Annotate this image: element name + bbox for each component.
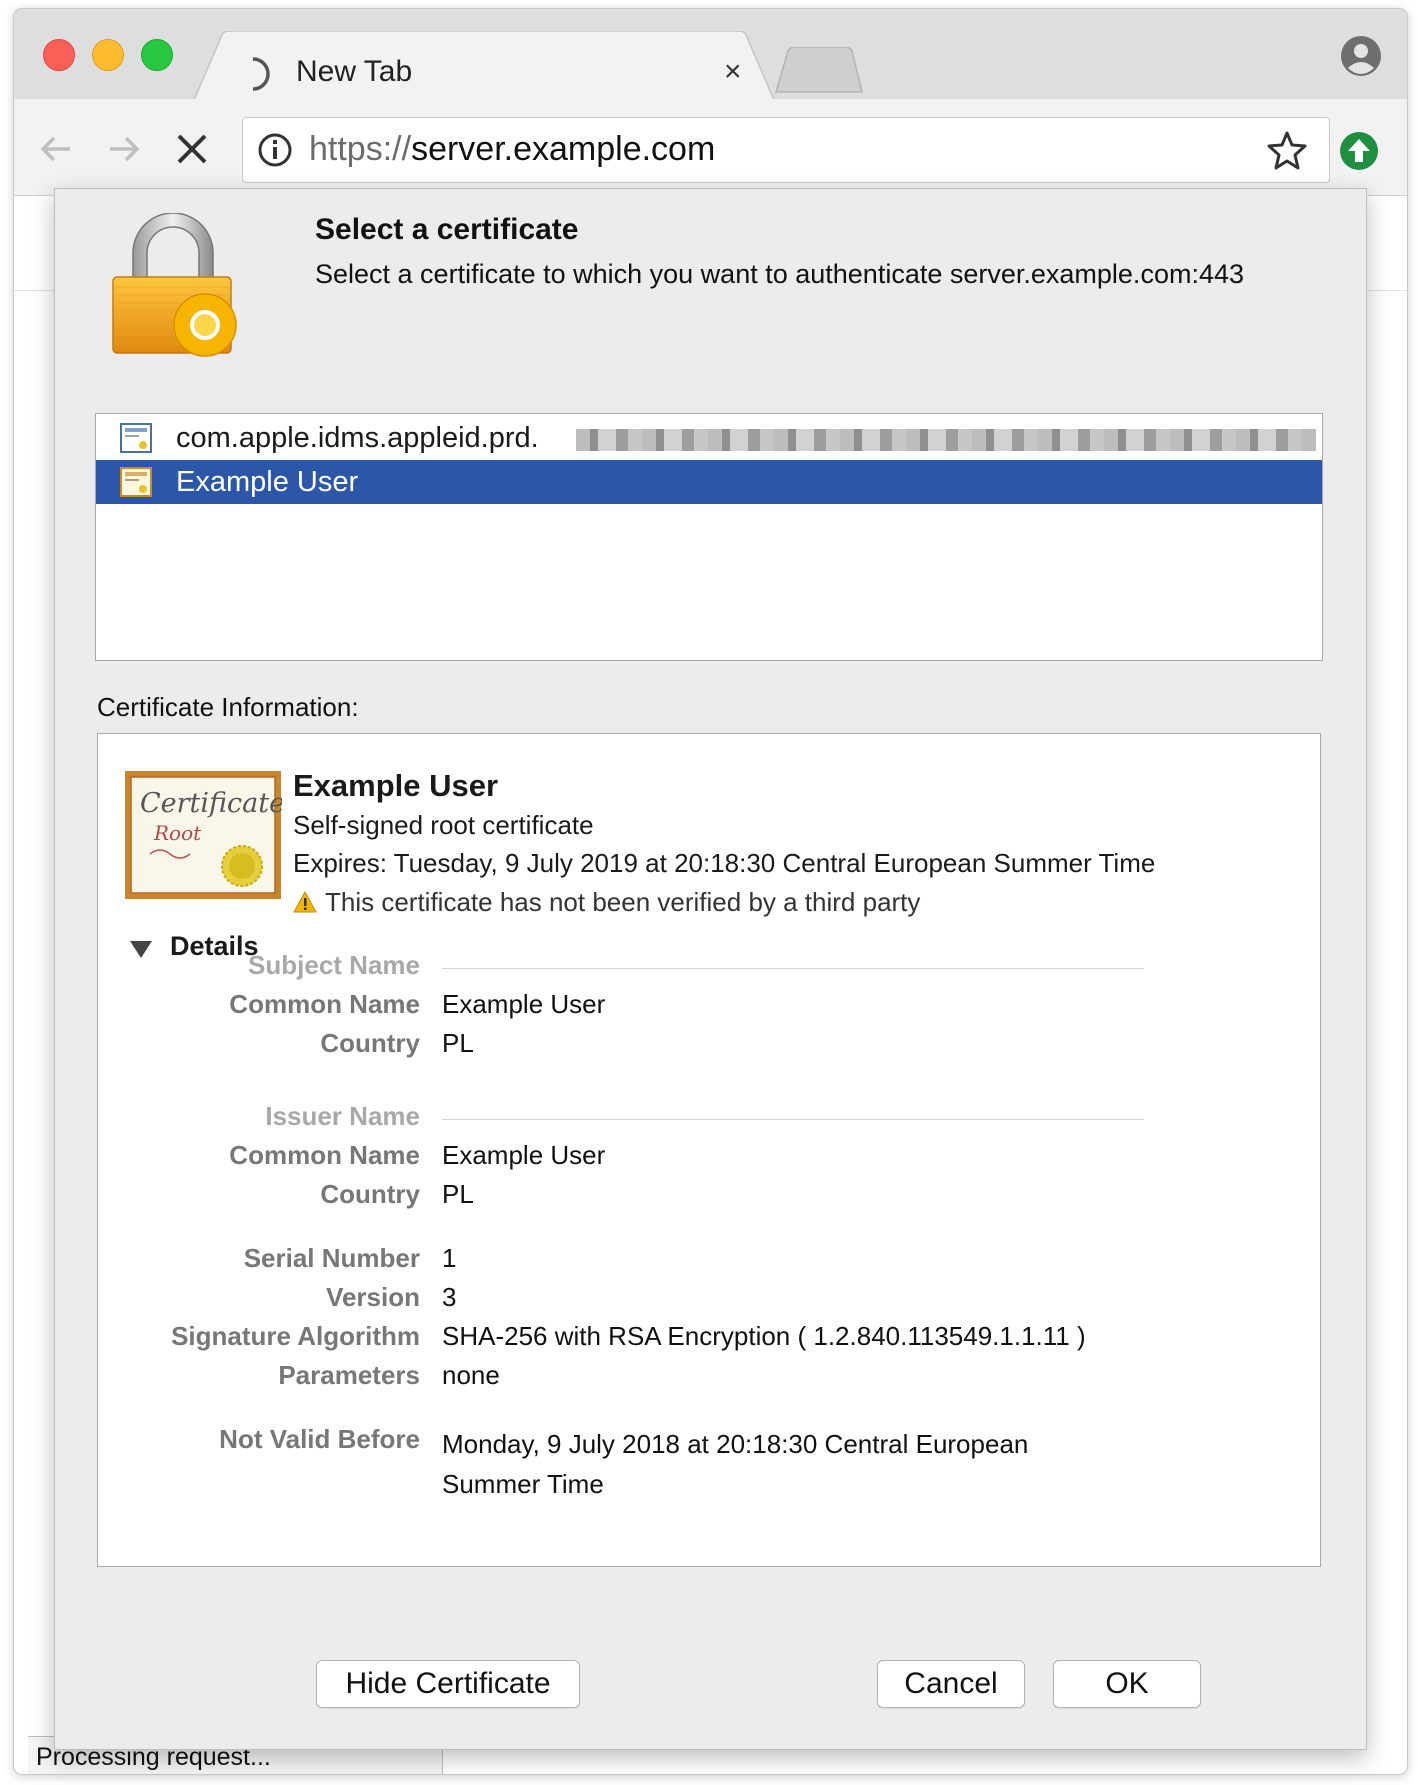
tab-bar: New Tab × <box>14 9 1407 101</box>
detail-value: PL <box>442 1179 474 1209</box>
certificate-information-label: Certificate Information: <box>97 692 359 722</box>
profile-icon[interactable] <box>1340 35 1382 77</box>
detail-row: Country PL <box>98 1179 1298 1219</box>
url-host: server.example.com <box>411 130 716 168</box>
certificate-information-panel[interactable]: Certificate Root Example User Self-signe… <box>97 733 1321 1567</box>
detail-value: 1 <box>442 1243 457 1273</box>
certificate-expiry: Expires: Tuesday, 9 July 2019 at 20:18:3… <box>293 848 1156 878</box>
detail-key: Country <box>320 1028 420 1058</box>
hide-certificate-button[interactable]: Hide Certificate <box>316 1660 580 1708</box>
back-arrow-icon[interactable] <box>36 129 76 169</box>
warning-text: This certificate has not been verified b… <box>325 887 921 917</box>
detail-row: Country PL <box>98 1028 1298 1068</box>
detail-row: Serial Number 1 <box>98 1243 1298 1283</box>
redacted-text <box>576 429 1316 451</box>
detail-key: Common Name <box>229 989 420 1019</box>
minimize-window-button[interactable] <box>92 39 124 71</box>
cancel-button[interactable]: Cancel <box>877 1660 1025 1708</box>
detail-key: Signature Algorithm <box>171 1321 420 1351</box>
loading-spinner-icon <box>252 57 270 91</box>
detail-value: Monday, 9 July 2018 at 20:18:30 Central … <box>442 1429 1029 1499</box>
certificate-label: com.apple.idms.appleid.prd. <box>176 422 539 454</box>
subject-name-section: Subject Name <box>98 950 1298 990</box>
issuer-name-section: Issuer Name <box>98 1101 1298 1141</box>
svg-text:Root: Root <box>153 821 202 845</box>
certificate-type: Self-signed root certificate <box>293 810 594 840</box>
close-icon[interactable]: × <box>724 55 742 89</box>
detail-value: PL <box>442 1028 474 1058</box>
detail-value: 3 <box>442 1282 457 1312</box>
certificate-icon: Certificate Root <box>125 771 282 899</box>
certificate-icon <box>120 467 152 497</box>
certificate-warning: This certificate has not been verified b… <box>293 887 920 918</box>
list-item[interactable]: com.apple.idms.appleid.prd. <box>96 416 1322 460</box>
warning-icon <box>293 891 317 913</box>
new-tab-button[interactable] <box>774 47 864 93</box>
lock-icon <box>112 213 237 357</box>
detail-row: Signature Algorithm SHA-256 with RSA Enc… <box>98 1321 1298 1361</box>
ok-button[interactable]: OK <box>1053 1660 1201 1708</box>
section-divider <box>442 1119 1144 1120</box>
detail-key: Version <box>326 1282 420 1312</box>
toolbar: https://server.example.com <box>14 99 1407 196</box>
address-bar[interactable]: https://server.example.com <box>242 117 1330 183</box>
extension-update-icon[interactable] <box>1339 131 1379 171</box>
section-label: Subject Name <box>248 950 420 980</box>
detail-key: Not Valid Before <box>219 1424 420 1454</box>
detail-key: Country <box>320 1179 420 1209</box>
detail-row: Parameters none <box>98 1360 1298 1400</box>
tab-new-tab[interactable]: New Tab × <box>194 31 774 101</box>
detail-value: none <box>442 1360 500 1390</box>
detail-value: Example User <box>442 1140 606 1170</box>
stop-icon[interactable] <box>172 129 212 169</box>
detail-value: Example User <box>442 989 606 1019</box>
tab-title: New Tab <box>296 55 413 88</box>
url-text[interactable]: https://server.example.com <box>309 130 715 169</box>
certificate-label: Example User <box>176 466 359 498</box>
svg-text:Certificate: Certificate <box>140 788 282 819</box>
detail-key: Serial Number <box>243 1243 420 1273</box>
detail-key: Parameters <box>278 1360 420 1390</box>
dialog-title: Select a certificate <box>315 213 579 246</box>
forward-arrow-icon[interactable] <box>104 129 144 169</box>
detail-value: SHA-256 with RSA Encryption ( 1.2.840.11… <box>442 1321 1086 1351</box>
close-window-button[interactable] <box>43 39 75 71</box>
info-icon[interactable] <box>257 132 293 168</box>
star-icon[interactable] <box>1267 130 1307 170</box>
select-certificate-dialog: Select a certificate Select a certificat… <box>54 188 1367 1750</box>
url-scheme: https:// <box>309 130 412 168</box>
zoom-window-button[interactable] <box>141 39 173 71</box>
list-item-selected[interactable]: Example User <box>96 460 1322 504</box>
certificate-icon <box>120 423 152 453</box>
section-divider <box>442 968 1144 969</box>
dialog-subtitle: Select a certificate to which you want t… <box>315 259 1244 289</box>
detail-key: Common Name <box>229 1140 420 1170</box>
certificate-name: Example User <box>293 768 499 803</box>
detail-row: Version 3 <box>98 1282 1298 1322</box>
detail-row: Common Name Example User <box>98 989 1298 1029</box>
section-label: Issuer Name <box>265 1101 420 1131</box>
certificate-list[interactable]: com.apple.idms.appleid.prd. Example User <box>95 413 1323 661</box>
detail-row: Not Valid Before Monday, 9 July 2018 at … <box>98 1424 1298 1499</box>
detail-row: Common Name Example User <box>98 1140 1298 1180</box>
